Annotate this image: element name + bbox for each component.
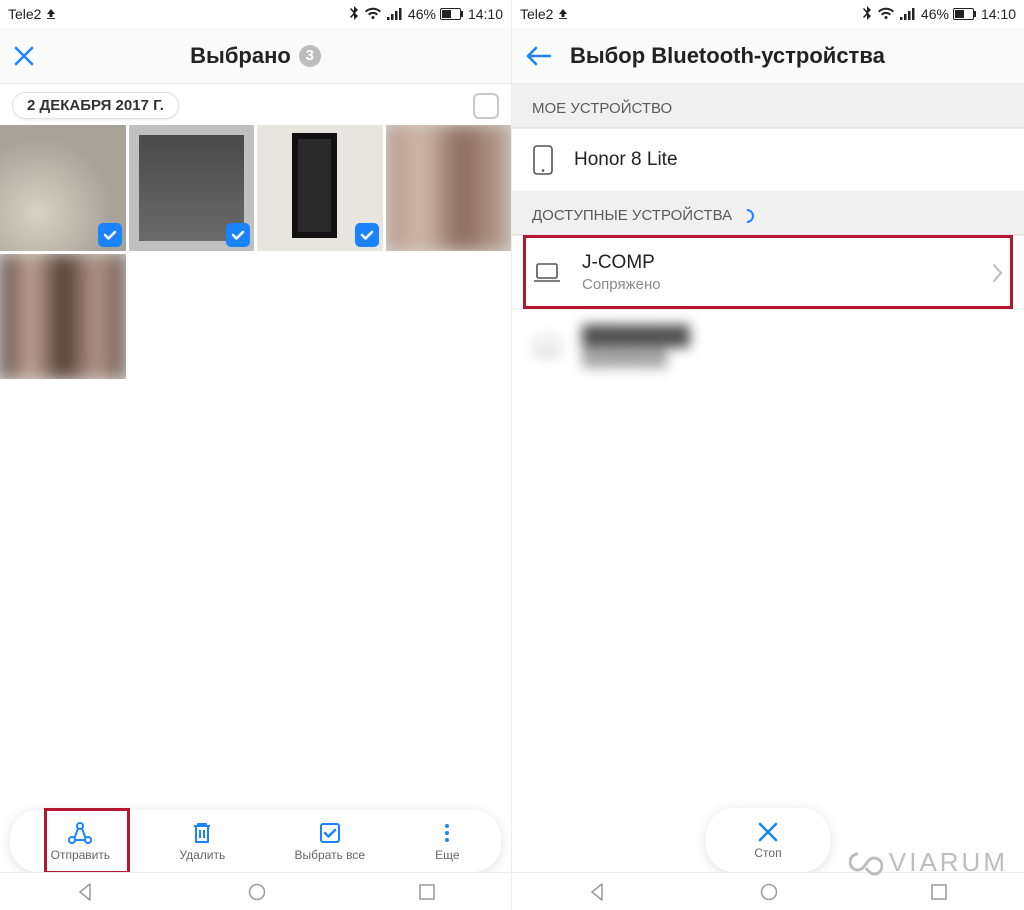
trash-icon [189, 820, 215, 846]
nav-bar [0, 872, 511, 910]
photo-thumb[interactable] [0, 125, 126, 251]
my-device-row[interactable]: Honor 8 Lite [512, 128, 1024, 191]
upload-icon [45, 8, 57, 20]
date-row: 2 ДЕКАБРЯ 2017 Г. [0, 84, 511, 125]
battery-percentage: 46% [921, 6, 949, 22]
signal-icon [386, 7, 404, 21]
available-section-header: ДОСТУПНЫЕ УСТРОЙСТВА [512, 191, 1024, 235]
status-bar: Tele2 46% 14:10 [0, 0, 511, 28]
send-label: Отправить [51, 848, 111, 862]
chevron-right-icon [990, 262, 1004, 284]
more-button[interactable]: Еще [416, 814, 478, 868]
stop-label: Стоп [754, 846, 781, 860]
device-row-jcomp[interactable]: J-COMP Сопряжено [512, 235, 1024, 309]
photo-grid [0, 125, 511, 379]
stop-bar: Стоп [512, 808, 1024, 872]
carrier-name: Tele2 [8, 6, 41, 22]
recent-softkey-icon[interactable] [418, 883, 436, 901]
back-softkey-icon[interactable] [588, 882, 608, 902]
wifi-icon [877, 7, 895, 21]
bluetooth-picker-screen: Tele2 46% 14:10 Выбор Bluetooth-устройст… [512, 0, 1024, 910]
spinner-icon [737, 206, 757, 226]
send-button[interactable]: Отправить [33, 814, 129, 868]
close-icon [756, 820, 780, 844]
wifi-icon [364, 7, 382, 21]
home-softkey-icon[interactable] [759, 882, 779, 902]
page-title: Выбор Bluetooth-устройства [570, 43, 885, 69]
device-row-blurred[interactable]: ████████ ████████ [512, 309, 1024, 383]
select-all-label: Выбрать все [295, 848, 366, 862]
device-name: J-COMP [582, 252, 970, 274]
carrier-name: Tele2 [520, 6, 553, 22]
check-icon [355, 223, 379, 247]
stop-button[interactable]: Стоп [714, 814, 821, 866]
selection-header: Выбрано 3 [0, 28, 511, 84]
device-name-blurred: ████████ [582, 326, 1004, 348]
select-all-icon [317, 820, 343, 846]
select-day-checkbox[interactable] [473, 93, 499, 119]
home-softkey-icon[interactable] [247, 882, 267, 902]
battery-icon [953, 8, 977, 20]
select-all-button[interactable]: Выбрать все [277, 814, 384, 868]
battery-percentage: 46% [408, 6, 436, 22]
bluetooth-icon [861, 6, 873, 22]
photo-thumb[interactable] [386, 125, 512, 251]
action-bar: Отправить Удалить Выбрать все [0, 810, 511, 872]
selection-count-badge: 3 [299, 45, 321, 67]
status-bar: Tele2 46% 14:10 [512, 0, 1024, 28]
my-device-section-header: МОЕ УСТРОЙСТВО [512, 84, 1024, 128]
upload-icon [557, 8, 569, 20]
device-status: Сопряжено [582, 276, 970, 293]
share-icon [66, 820, 94, 846]
laptop-icon [532, 335, 562, 359]
phone-icon [532, 145, 554, 175]
close-icon[interactable] [12, 44, 36, 68]
back-softkey-icon[interactable] [76, 882, 96, 902]
nav-bar [512, 872, 1024, 910]
more-dots-icon [434, 820, 460, 846]
check-icon [226, 223, 250, 247]
delete-label: Удалить [179, 848, 225, 862]
check-icon [98, 223, 122, 247]
photo-thumb[interactable] [0, 254, 126, 380]
laptop-icon [532, 261, 562, 285]
more-label: Еще [435, 848, 459, 862]
date-chip[interactable]: 2 ДЕКАБРЯ 2017 Г. [12, 92, 179, 119]
photo-thumb[interactable] [129, 125, 255, 251]
back-arrow-icon[interactable] [524, 44, 552, 68]
signal-icon [899, 7, 917, 21]
bluetooth-icon [348, 6, 360, 22]
bluetooth-header: Выбор Bluetooth-устройства [512, 28, 1024, 84]
photo-thumb[interactable] [257, 125, 383, 251]
my-device-name: Honor 8 Lite [574, 149, 1004, 171]
recent-softkey-icon[interactable] [930, 883, 948, 901]
delete-button[interactable]: Удалить [161, 814, 243, 868]
page-title: Выбрано [190, 43, 291, 69]
device-status-blurred: ████████ [582, 350, 1004, 367]
clock-time: 14:10 [468, 6, 503, 22]
battery-icon [440, 8, 464, 20]
gallery-selection-screen: Tele2 46% 14:10 Выбрано 3 2 ДЕКАБРЯ 2017… [0, 0, 512, 910]
clock-time: 14:10 [981, 6, 1016, 22]
